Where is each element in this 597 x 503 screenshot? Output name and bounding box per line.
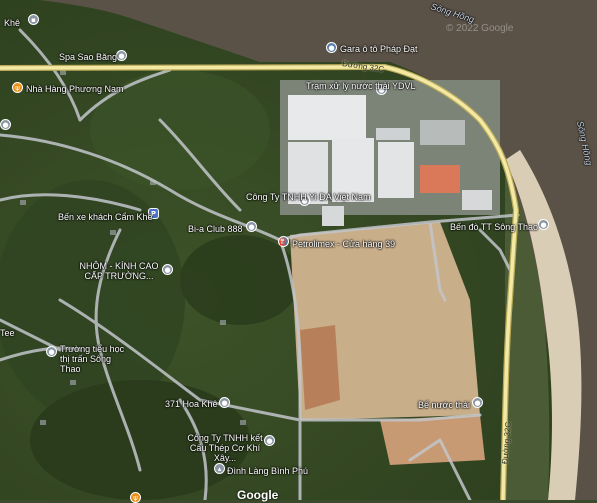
place-label[interactable]: Đình Làng Bình Phú xyxy=(227,466,308,476)
pin-icon[interactable]: ● xyxy=(246,221,257,232)
map-watermark: © 2022 Google xyxy=(446,23,514,34)
factory-building xyxy=(322,206,344,226)
gas-station-icon[interactable]: ⛽ xyxy=(278,236,289,247)
place-label[interactable]: Bến xe khách Cẩm Khê xyxy=(58,212,153,222)
pin-icon[interactable]: ● xyxy=(472,397,483,408)
factory-building xyxy=(420,120,465,145)
factory-building xyxy=(462,190,492,210)
pin-icon[interactable]: ● xyxy=(0,119,11,130)
pin-icon[interactable]: ● xyxy=(538,219,549,230)
place-label[interactable]: Công Ty TNHH Yi DA Việt Nam xyxy=(246,192,371,202)
factory-building xyxy=(420,165,460,193)
factory-building xyxy=(288,95,366,140)
school-icon[interactable]: ● xyxy=(46,346,57,357)
museum-icon[interactable]: ▪ xyxy=(28,14,39,25)
place-label[interactable]: Tee xyxy=(0,328,15,338)
restaurant-icon[interactable]: ψ xyxy=(130,492,141,503)
construction-site xyxy=(380,415,485,465)
place-label[interactable]: Bi-a Club 888 xyxy=(188,224,243,234)
construction-site xyxy=(300,325,340,410)
pin-icon[interactable]: ● xyxy=(264,435,275,446)
pin-icon[interactable]: ● xyxy=(116,50,127,61)
place-label[interactable]: Gara ô tô Pháp Đạt xyxy=(340,44,418,54)
place-label[interactable]: Khê xyxy=(4,18,20,28)
factory-building xyxy=(376,128,410,140)
pin-icon[interactable]: ● xyxy=(326,42,337,53)
place-label[interactable]: Bể nước thải xyxy=(418,400,470,410)
place-label[interactable]: Petrolimex - Cửa hàng 39 xyxy=(292,239,395,249)
pin-icon[interactable]: ● xyxy=(219,397,230,408)
place-label[interactable]: Spa Sao Băng xyxy=(59,52,117,62)
place-label[interactable]: Trạm xử lý nước thải YDVL xyxy=(306,81,415,91)
place-label[interactable]: 371 Hoa Khê xyxy=(165,399,218,409)
restaurant-icon[interactable]: ψ xyxy=(12,82,23,93)
factory-building xyxy=(378,142,414,198)
place-label[interactable]: Trường tiểu học thị trấn Sông Thao xyxy=(60,344,128,374)
temple-icon[interactable]: ▴ xyxy=(214,463,225,474)
pin-icon[interactable]: ● xyxy=(162,264,173,275)
place-label[interactable]: Công Ty TNHH kết Cấu Thép Cơ Khí Xây... xyxy=(186,433,264,463)
place-label[interactable]: Nhà Hàng Phương Nam xyxy=(26,84,123,94)
place-label[interactable]: NHÔM - KÍNH CAO CẤP TRƯỜNG... xyxy=(76,261,162,281)
place-label[interactable]: Bến đò TT Sông Thao xyxy=(450,222,538,232)
